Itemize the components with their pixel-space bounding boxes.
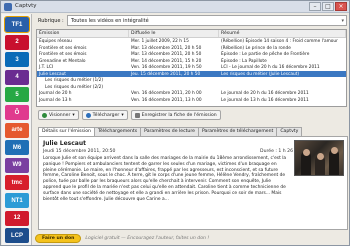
tab-parametres-lecture[interactable]: Paramètres de lecture <box>140 127 199 136</box>
rubrique-select[interactable]: Toutes les vidéos en intégralité ▾ <box>67 15 347 26</box>
window-title: Captvty <box>15 3 37 9</box>
footer: Faire un don Logiciel gratuit — Encourag… <box>35 233 209 244</box>
table-body: Équipes réseau Mer. 1 juillet 2009, 22 h … <box>37 38 346 103</box>
tab-parametres-telechargement[interactable]: Paramètres de téléchargement <box>197 127 278 136</box>
tf1-logo-icon[interactable]: TF1 <box>4 16 30 33</box>
channel-logo-label: arte <box>11 127 23 134</box>
table-header: Émission Diffusée le Résumé <box>37 30 346 38</box>
chevron-down-icon: ▾ <box>341 18 344 24</box>
donate-button[interactable]: Faire un don <box>35 234 82 243</box>
tmc-logo-icon[interactable]: tmc <box>5 175 29 191</box>
show-duration: Durée : 1 h 26 <box>260 149 293 154</box>
telecharger-label: Télécharger <box>92 112 120 118</box>
chevron-down-icon: ▾ <box>72 112 75 118</box>
column-header-resume[interactable]: Résumé <box>219 30 346 37</box>
title-bar: Captvty – □ × <box>1 1 349 13</box>
show-description: Lorsque Julie et son équipe arrivent dan… <box>43 156 287 202</box>
rubrique-value: Toutes les vidéos en intégralité <box>71 18 149 24</box>
channel-sidebar: TF1 2 3 4 5 Ôarte M6 W9 tmc NT1 12 LCP <box>2 14 32 245</box>
details-panel: Julie Lescaut Jeudi 15 décembre 2011, 20… <box>38 136 348 230</box>
table-cell: Le journal de 13 h du 16 décembre 2011 <box>221 97 309 103</box>
column-header-date[interactable]: Diffusée le <box>129 30 219 37</box>
channel-logo-label: W9 <box>12 162 22 169</box>
franceo-logo-icon[interactable]: Ô <box>5 105 29 120</box>
chevron-down-icon: ▾ <box>121 112 124 118</box>
footer-text: Logiciel gratuit — Encouragez l'auteur, … <box>85 236 210 241</box>
telecharger-button[interactable]: Télécharger ▾ <box>81 110 128 120</box>
minimize-icon[interactable]: – <box>309 2 321 11</box>
action-buttons: Visionner ▾ Télécharger ▾ Enregistrer la… <box>38 110 221 120</box>
column-header-emission[interactable]: Émission <box>37 30 129 37</box>
download-icon <box>85 112 91 118</box>
save-icon <box>134 112 140 118</box>
table-cell: Ven. 16 décembre 2011, 13 h 00 <box>131 97 202 103</box>
show-title: Julie Lescaut <box>43 140 86 147</box>
tab-captvty[interactable]: Captvty <box>276 127 303 136</box>
channel-logo-label: 4 <box>15 74 19 81</box>
maximize-icon[interactable]: □ <box>322 2 334 11</box>
window-controls: – □ × <box>309 2 347 12</box>
tab-telechargements[interactable]: Téléchargements <box>93 127 142 136</box>
channel-logo-label: 12 <box>13 215 21 222</box>
app-window: Captvty – □ × TF1 2 3 4 5 Ôarte M6 W9 tmc NT1 12 LC… <box>0 0 350 246</box>
m6-logo-icon[interactable]: M6 <box>5 140 29 156</box>
enregistrer-label: Enregistrer la fiche de l'émission <box>141 112 217 118</box>
rubrique-label: Rubrique : <box>38 18 64 24</box>
shows-table: Émission Diffusée le Résumé Équipes rése… <box>36 29 347 107</box>
channel-logo-label: M6 <box>12 144 22 151</box>
play-icon <box>42 112 47 118</box>
france4-logo-icon[interactable]: 4 <box>5 69 29 85</box>
channel-logo-label: 3 <box>15 56 19 63</box>
nrj12-logo-icon[interactable]: 12 <box>5 210 29 226</box>
channel-logo-label: LCP <box>11 232 23 239</box>
channel-logo-label: 2 <box>15 39 19 46</box>
channel-logo-label: 5 <box>15 91 19 98</box>
channel-logo-label: tmc <box>11 179 23 186</box>
france3-logo-icon[interactable]: 3 <box>5 52 29 68</box>
close-icon[interactable]: × <box>335 2 347 11</box>
france5-logo-icon[interactable]: 5 <box>5 87 29 103</box>
channel-logo-label: Ô <box>14 109 20 116</box>
visionner-label: Visionner <box>49 112 71 118</box>
nt1-logo-icon[interactable]: NT1 <box>5 193 29 208</box>
details-tabs: Détails sur l'émission Téléchargements P… <box>38 127 303 137</box>
lcp-logo-icon[interactable]: LCP <box>5 228 29 244</box>
show-thumbnail <box>294 140 344 176</box>
visionner-button[interactable]: Visionner ▾ <box>38 110 79 120</box>
app-icon <box>4 3 12 11</box>
w9-logo-icon[interactable]: W9 <box>5 157 29 173</box>
table-cell: Journal de 13 h <box>39 97 72 103</box>
show-date: Jeudi 15 décembre 2011, 20:50 <box>43 149 116 154</box>
channel-logo-label: TF1 <box>11 21 23 28</box>
enregistrer-button[interactable]: Enregistrer la fiche de l'émission <box>130 110 221 120</box>
france2-logo-icon[interactable]: 2 <box>5 34 29 50</box>
table-row[interactable]: Journal de 13 h Ven. 16 décembre 2011, 13… <box>37 97 346 104</box>
channel-logo-label: NT1 <box>11 197 23 204</box>
arte-logo-icon[interactable]: arte <box>5 122 29 138</box>
